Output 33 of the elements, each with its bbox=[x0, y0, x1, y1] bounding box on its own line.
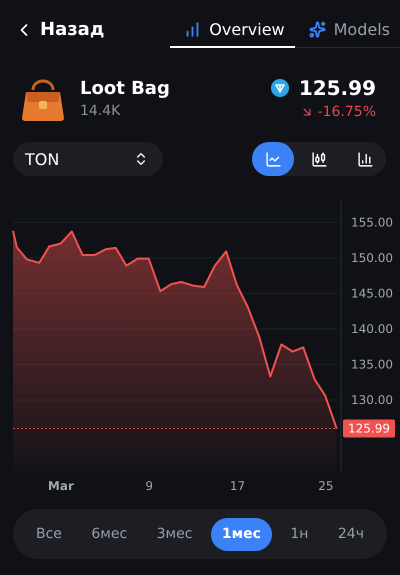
sparkles-icon bbox=[308, 21, 326, 38]
item-count: 14.4K bbox=[80, 102, 122, 118]
period-button[interactable]: Все bbox=[25, 518, 73, 550]
axis-label: 140.00 bbox=[351, 322, 393, 336]
period-button[interactable]: 1мес bbox=[210, 518, 272, 550]
chart-type-button[interactable] bbox=[252, 142, 294, 176]
period-button[interactable]: 1н bbox=[279, 518, 320, 550]
axis-label: 9 bbox=[145, 479, 154, 493]
axis-label: 25 bbox=[318, 479, 334, 493]
candlestick-icon bbox=[310, 150, 328, 168]
bar-chart-icon bbox=[356, 150, 374, 168]
price-change: -16.75% bbox=[300, 104, 376, 120]
back-button[interactable]: Назад bbox=[14, 19, 104, 48]
price-marker: 125.99 bbox=[343, 419, 395, 438]
axis-label: 135.00 bbox=[351, 357, 393, 372]
price: 125.99 bbox=[298, 76, 376, 100]
axis-label: 155.00 bbox=[351, 215, 393, 230]
ton-coin-icon bbox=[270, 79, 289, 97]
axis-label: Mar bbox=[48, 479, 74, 493]
period-button[interactable]: 6мес bbox=[80, 518, 138, 550]
axis-label: 130.00 bbox=[351, 392, 393, 407]
tab[interactable]: Overview bbox=[170, 20, 295, 48]
item-name: Loot Bag bbox=[80, 78, 170, 98]
ref-line-label: 125.99 bbox=[348, 421, 390, 436]
axis-label: 17 bbox=[230, 479, 246, 493]
axis-label: 145.00 bbox=[351, 286, 393, 300]
currency-select[interactable]: TON bbox=[13, 142, 163, 176]
line-chart-icon bbox=[264, 150, 282, 168]
period-button[interactable]: 24ч bbox=[326, 518, 375, 550]
axis-label: 150.00 bbox=[351, 250, 393, 265]
tab[interactable]: Models bbox=[294, 20, 400, 48]
bar-chart-icon bbox=[184, 21, 202, 38]
period-button[interactable]: 3мес bbox=[146, 518, 204, 550]
